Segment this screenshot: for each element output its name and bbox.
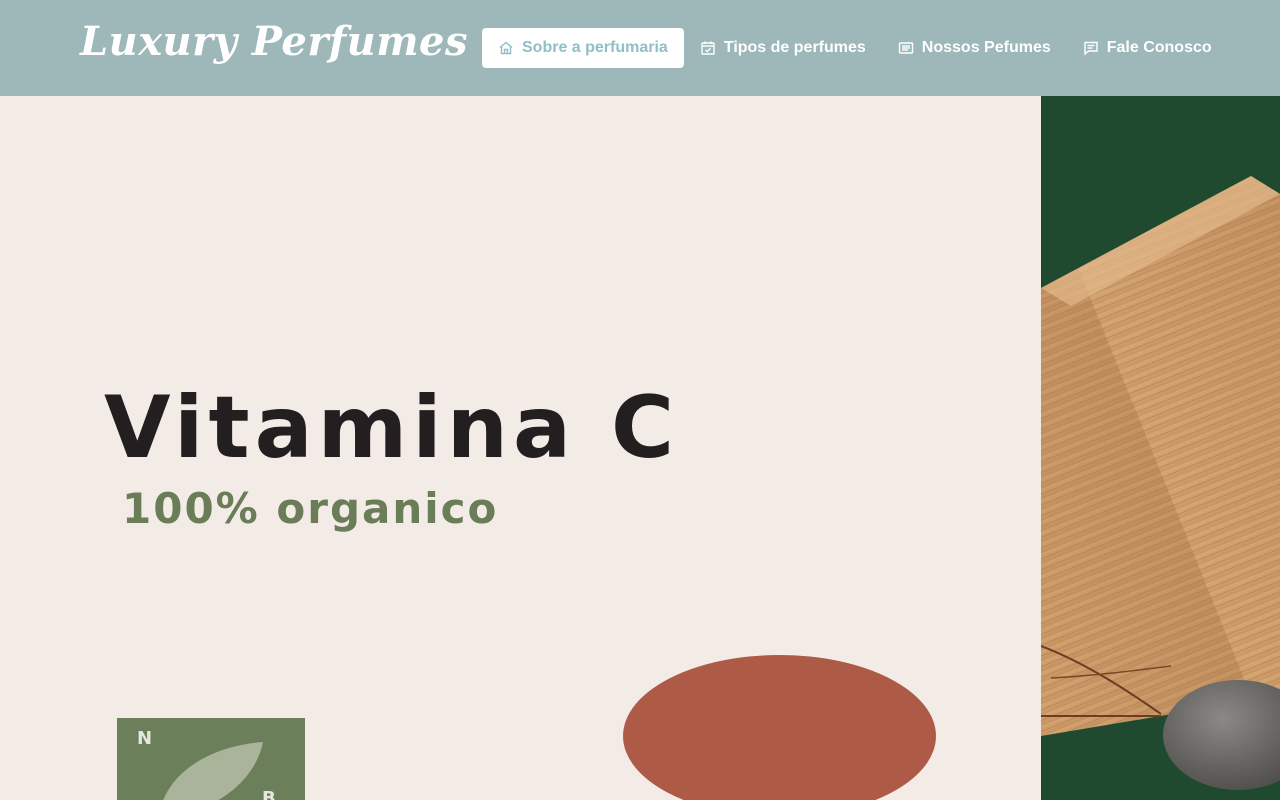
home-icon	[498, 40, 514, 56]
badge-letter-b: B	[262, 788, 276, 800]
nav-item-fale[interactable]: Fale Conosco	[1067, 28, 1228, 68]
navbar: Luxury Perfumes Sobre a perfumaria Tipos…	[0, 0, 1280, 96]
nav-item-tipos[interactable]: Tipos de perfumes	[684, 28, 882, 68]
list-box-icon	[898, 40, 914, 56]
brand-logo[interactable]: Luxury Perfumes	[80, 18, 468, 65]
nav-item-label: Tipos de perfumes	[723, 39, 866, 56]
hero-banner: Vitamina C 100% organico N B	[0, 96, 1280, 800]
nav-item-label: Fale Conosco	[1106, 39, 1212, 56]
nav-item-nossos[interactable]: Nossos Pefumes	[882, 28, 1067, 68]
nav-item-sobre[interactable]: Sobre a perfumaria	[482, 28, 684, 68]
brand-badge: N B	[117, 718, 305, 800]
leaf-icon	[163, 742, 263, 800]
hero-poster: Vitamina C 100% organico N B	[0, 96, 1041, 800]
nav-item-label: Nossos Pefumes	[921, 39, 1051, 56]
hero-subtitle: 100% organico	[122, 484, 499, 533]
decorative-circle	[623, 655, 936, 800]
badge-letter-n: N	[137, 728, 153, 749]
main-nav: Sobre a perfumaria Tipos de perfumes Nos…	[482, 28, 1228, 68]
product-photo	[1041, 96, 1280, 800]
nav-item-label: Sobre a perfumaria	[522, 39, 668, 56]
hero-title: Vitamina C	[104, 378, 680, 478]
chat-lines-icon	[1083, 40, 1099, 56]
calendar-check-icon	[700, 40, 716, 56]
